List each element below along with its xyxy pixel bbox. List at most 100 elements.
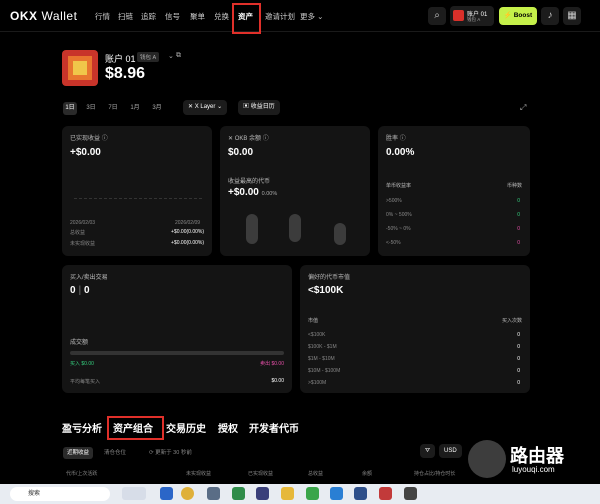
col-balance[interactable]: 余额 (362, 470, 372, 477)
avg-buy-label: 平均每笔买入 (70, 379, 101, 385)
winrate-title: 胜率 ⓘ (386, 133, 406, 142)
tab-dev-tokens[interactable]: 开发者代币 (249, 420, 299, 435)
info-icon: ⓘ (262, 136, 269, 142)
calendar-button[interactable]: ▣ 收益日历 (238, 100, 280, 115)
range-3m[interactable]: 3月 (150, 102, 164, 115)
winrate-value: 0.00% (386, 147, 415, 158)
nav-invite[interactable]: 邀请计划 (265, 11, 295, 22)
taskbar-search-label: 搜索 (28, 491, 41, 497)
nav-more[interactable]: 更多 ⌄ (300, 11, 323, 22)
widgets-icon[interactable] (122, 487, 146, 500)
app-icon[interactable] (330, 487, 343, 500)
volume-bar (70, 351, 284, 355)
nav-track[interactable]: 追踪 (141, 11, 156, 22)
app-icon[interactable] (207, 487, 220, 500)
chart-date-end: 2026/02/09 (175, 220, 201, 226)
chevron-down-icon: ⌄ (217, 104, 223, 110)
tab-history[interactable]: 交易历史 (166, 420, 206, 435)
chain-select[interactable]: ✕ X Layer ⌄ (183, 100, 228, 115)
range-1d[interactable]: 1日 (63, 102, 77, 115)
app-icon[interactable] (379, 487, 392, 500)
logo[interactable]: OKX Wallet (10, 9, 77, 23)
buy-count: 0 (70, 285, 76, 296)
tab-approvals[interactable]: 授权 (218, 420, 238, 435)
mcap-card: 偏好的代币市值 <$100K 市值 买入次数 <$100K 0 $100K - … (300, 265, 530, 393)
edge-icon[interactable] (160, 487, 173, 500)
subtab-closed-positions[interactable]: 清仓仓位 (100, 447, 130, 459)
col-total[interactable]: 总收益 (308, 470, 323, 477)
info-icon: ⓘ (399, 136, 406, 142)
logo-product: Wallet (41, 9, 78, 23)
mcap-row-label: $10M - $100M (308, 368, 341, 374)
col-unrealized[interactable]: 未实现收益 (186, 470, 211, 477)
chart-date-start: 2026/02/03 (70, 220, 96, 226)
nav-signal[interactable]: 信号 (165, 11, 180, 22)
watermark: 路由器 luyouqi.com (468, 438, 596, 482)
winrate-title-label: 胜率 (386, 136, 399, 142)
taskbar-search[interactable]: 搜索 (10, 487, 110, 501)
watermark-sub: luyouqi.com (512, 465, 555, 474)
top-token-amount: +$0.00 (228, 187, 259, 198)
realized-pnl-title: 已实现收益 (70, 136, 101, 142)
winrate-row-count: 0 (517, 198, 520, 204)
winrate-row-label: -50% ~ 0% (386, 226, 411, 232)
mcap-row-count: 0 (517, 332, 520, 338)
filter-button[interactable]: ⛛ (420, 444, 436, 458)
col-position[interactable]: 持仓占比/持仓时长 (414, 470, 455, 477)
mcap-row-count: 0 (517, 344, 520, 350)
notification-button[interactable]: ♪ (541, 7, 559, 25)
col-token[interactable]: 代币/上次活跃 (66, 470, 97, 477)
mcap-col-buys: 买入次数 (501, 318, 522, 324)
sell-count: 0 (83, 285, 90, 296)
col-realized[interactable]: 已实现收益 (248, 470, 273, 477)
nav-market[interactable]: 行情 (95, 11, 110, 22)
winrate-col-return: 单币收益率 (386, 183, 412, 189)
okb-title-label: OKB 余额 (234, 136, 262, 142)
account-switcher[interactable]: 账户 01 钱包 A (450, 6, 494, 26)
chevron-down-icon[interactable]: ⌄ (168, 52, 174, 60)
mcap-row-count: 0 (517, 368, 520, 374)
calendar-label: 收益日历 (250, 104, 275, 110)
app-icon[interactable] (232, 487, 245, 500)
range-7d[interactable]: 7日 (106, 102, 120, 115)
winrate-row-label: >500% (386, 198, 402, 204)
avg-buy-value: $0.00 (271, 378, 284, 384)
tab-pnl-analysis[interactable]: 盈亏分析 (62, 420, 102, 435)
nav-scan[interactable]: 扫链 (118, 11, 133, 22)
app-icon[interactable] (354, 487, 367, 500)
chrome-icon[interactable] (181, 487, 194, 500)
chain-label: X Layer (194, 104, 216, 110)
okb-value: $0.00 (228, 147, 254, 158)
search-button[interactable]: ⌕ (428, 7, 446, 25)
currency-select[interactable]: USD (439, 444, 462, 458)
tab-portfolio-highlight (107, 416, 164, 440)
avatar (453, 10, 464, 21)
trades-separator: | (78, 285, 82, 296)
mcap-value: <$100K (308, 285, 344, 296)
apps-button[interactable]: ▦ (563, 7, 581, 25)
chevron-down-icon: ⌄ (317, 12, 324, 21)
boost-icon: ⚡ (503, 12, 512, 19)
nav-orders[interactable]: 聚单 (190, 11, 205, 22)
nav-swap[interactable]: 兑换 (214, 11, 229, 22)
copy-icon[interactable]: ⧉ (176, 52, 181, 60)
total-pnl-value: +$0.00(0.00%) (171, 229, 204, 235)
mcap-col-range: 市值 (308, 318, 319, 324)
volume-label: 成交额 (70, 340, 89, 346)
refresh-status[interactable]: ⟳ 更新于 30 秒前 (145, 447, 196, 459)
app-icon[interactable] (306, 487, 319, 500)
subtab-recent-pnl[interactable]: 近期收益 (63, 447, 94, 459)
range-3d[interactable]: 3日 (84, 102, 98, 115)
top-token-title: 收益最高的代币 (228, 179, 271, 185)
mcap-row-label: $1M - $10M (308, 356, 335, 362)
mcap-row-label: $100K - $1M (308, 344, 337, 350)
folder-icon[interactable] (281, 487, 294, 500)
app-icon[interactable] (404, 487, 417, 500)
expand-icon[interactable]: ⤢ (520, 103, 526, 113)
account-name: 账户 01 (105, 54, 136, 64)
range-1m[interactable]: 1月 (128, 102, 142, 115)
app-icon[interactable] (256, 487, 269, 500)
token-placeholder-pill (334, 223, 346, 245)
buy-volume: 买入 $0.00 (70, 361, 94, 367)
boost-button[interactable]: ⚡ Boost (499, 7, 537, 25)
